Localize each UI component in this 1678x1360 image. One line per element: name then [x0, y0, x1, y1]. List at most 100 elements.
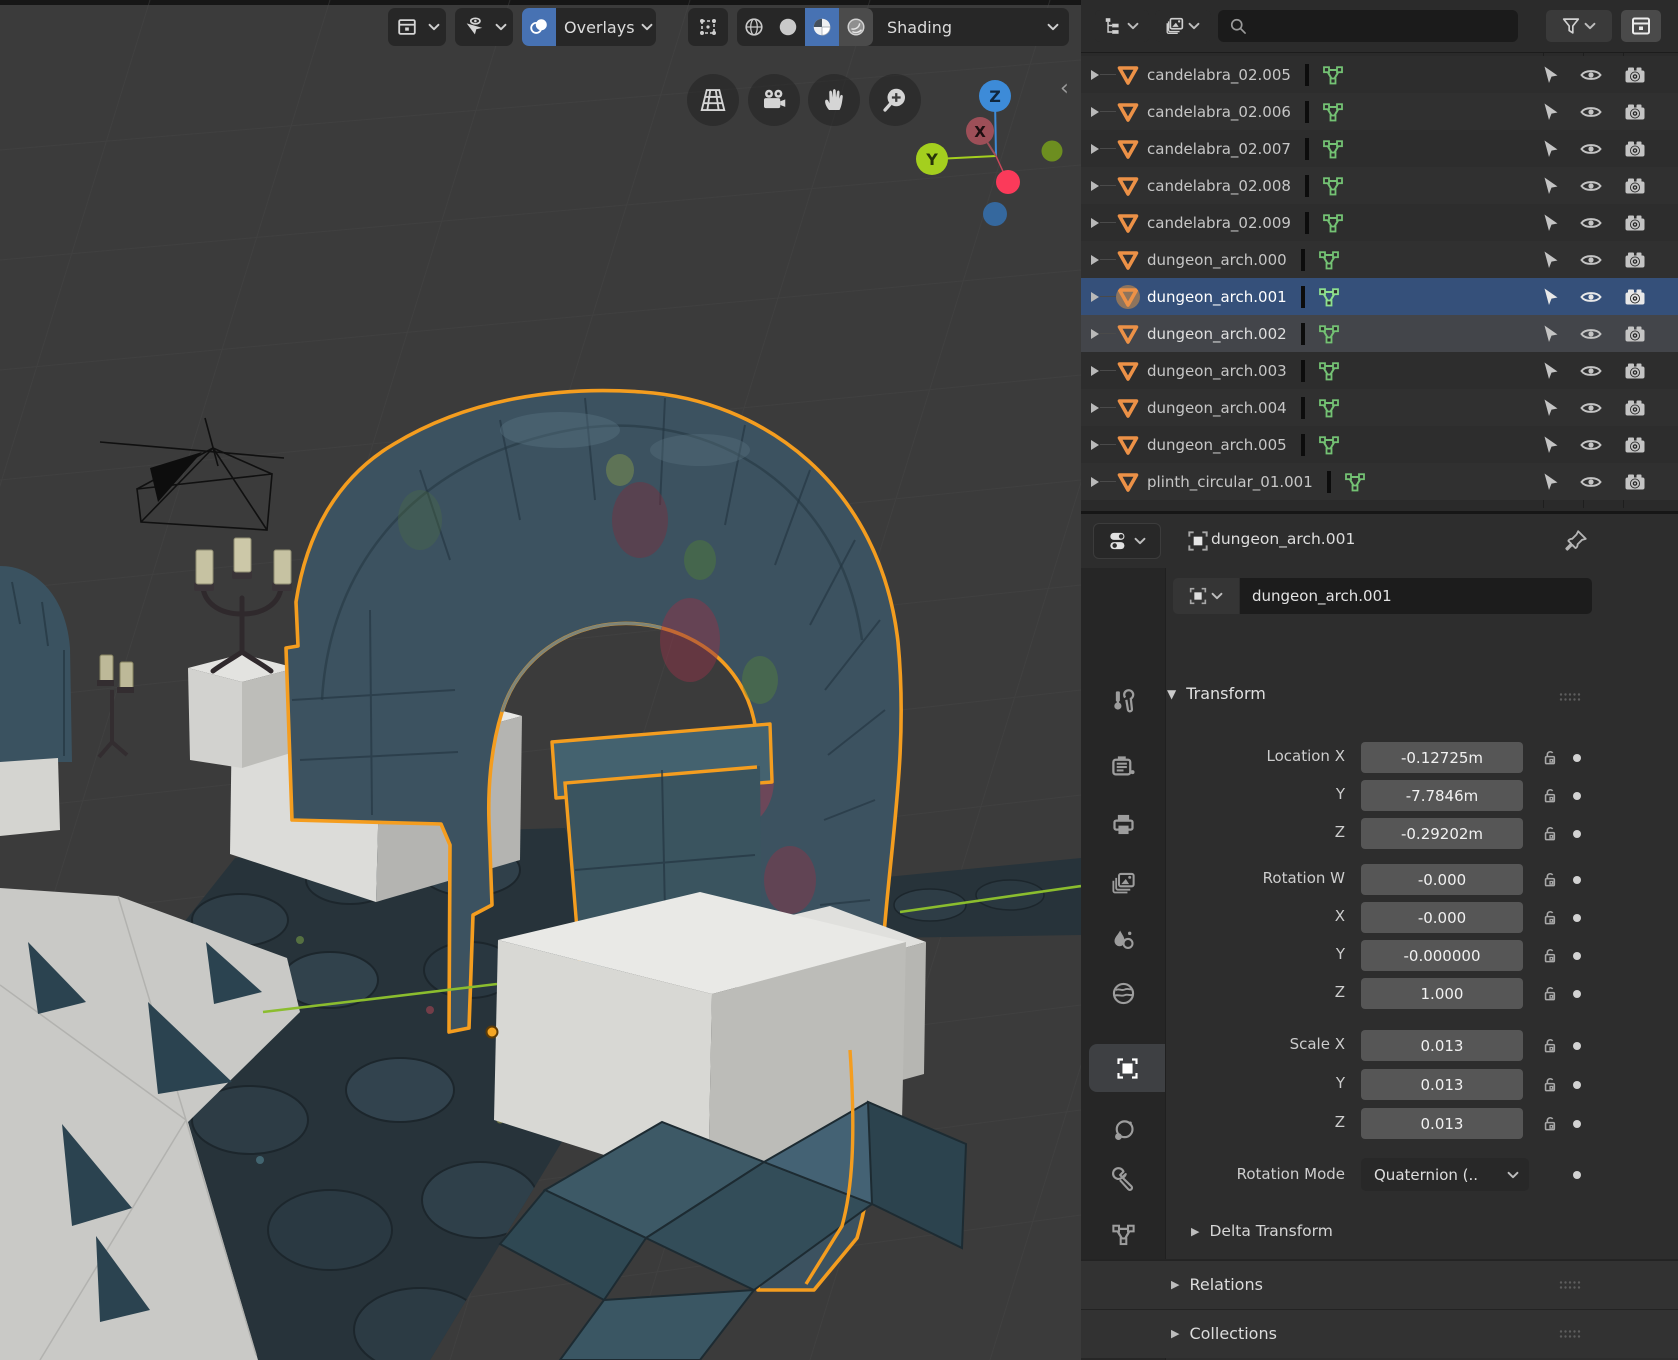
transform-panel-header[interactable]: ▼ Transform — [1167, 684, 1266, 703]
outliner-row-arch-001-active[interactable]: dungeon_arch.001 — [1081, 278, 1678, 315]
outliner-row-candelabra-009[interactable]: candelabra_02.009 — [1081, 204, 1678, 241]
visibility-toggle[interactable] — [1572, 352, 1610, 389]
selectable-toggle[interactable] — [1532, 167, 1570, 204]
gizmos-button[interactable] — [688, 8, 728, 46]
visibility-toggle[interactable] — [1572, 315, 1610, 352]
visibility-toggle[interactable] — [1572, 56, 1610, 93]
scale-z-field[interactable]: 0.013 — [1361, 1108, 1523, 1139]
region-collapse-arrow[interactable]: ‹ — [1060, 78, 1069, 100]
object-name[interactable]: candelabra_02.007 — [1147, 140, 1291, 158]
decorator-dot[interactable] — [1573, 952, 1581, 960]
object-name[interactable]: candelabra_02.009 — [1147, 214, 1291, 232]
axis-minus-y-ball[interactable] — [1042, 141, 1063, 162]
render-toggle[interactable] — [1616, 426, 1654, 463]
decorator-dot[interactable] — [1573, 754, 1581, 762]
pin-icon[interactable] — [1563, 528, 1589, 554]
axis-gizmo[interactable]: Z X Y — [880, 60, 1080, 235]
unlock-icon[interactable] — [1539, 1113, 1560, 1134]
options-box-button[interactable] — [1621, 10, 1661, 42]
panel-grip-icon[interactable] — [1559, 692, 1581, 702]
expand-arrow-icon[interactable] — [1090, 254, 1100, 266]
object-name[interactable]: candelabra_02.005 — [1147, 66, 1291, 84]
scale-x-field[interactable]: 0.013 — [1361, 1030, 1523, 1061]
outliner-row-arch-004[interactable]: dungeon_arch.004 — [1081, 389, 1678, 426]
outliner-display-dropdown[interactable] — [1095, 10, 1149, 42]
wireframe-shading-button[interactable] — [737, 8, 771, 46]
decorator-dot[interactable] — [1573, 1081, 1581, 1089]
overlays-group[interactable]: Overlays — [522, 8, 656, 46]
outliner-row-plinth[interactable]: plinth_circular_01.001 — [1081, 463, 1678, 500]
decorator-dot[interactable] — [1573, 792, 1581, 800]
render-toggle[interactable] — [1616, 389, 1654, 426]
panel-grip-icon[interactable] — [1559, 1329, 1581, 1339]
unlock-icon[interactable] — [1539, 823, 1560, 844]
collections-section[interactable]: ▶ Collections — [1081, 1309, 1678, 1358]
decorator-dot[interactable] — [1573, 830, 1581, 838]
expand-arrow-icon[interactable] — [1090, 143, 1100, 155]
visibility-toggle[interactable] — [1572, 93, 1610, 130]
material-preview-shading-button[interactable] — [805, 8, 839, 46]
outliner-row-arch-000[interactable]: dungeon_arch.000 — [1081, 241, 1678, 278]
selectable-toggle[interactable] — [1532, 130, 1570, 167]
display-mode-dropdown[interactable] — [1155, 10, 1211, 42]
unlock-icon[interactable] — [1539, 907, 1560, 928]
panel-grip-icon[interactable] — [1559, 1280, 1581, 1290]
visibility-toggle[interactable] — [1572, 204, 1610, 241]
decorator-dot[interactable] — [1573, 990, 1581, 998]
visibility-toggle[interactable] — [1572, 167, 1610, 204]
render-toggle[interactable] — [1616, 241, 1654, 278]
expand-arrow-icon[interactable] — [1090, 476, 1100, 488]
visibility-toggle[interactable] — [1572, 389, 1610, 426]
rotation-z-field[interactable]: 1.000 — [1361, 978, 1523, 1009]
unlock-icon[interactable] — [1539, 945, 1560, 966]
selectable-toggle[interactable] — [1532, 93, 1570, 130]
delta-transform-section[interactable]: ▶ Delta Transform — [1191, 1222, 1333, 1240]
relations-section[interactable]: ▶ Relations — [1081, 1260, 1678, 1309]
decorator-dot[interactable] — [1573, 914, 1581, 922]
unlock-icon[interactable] — [1539, 983, 1560, 1004]
outliner-row-candelabra-006[interactable]: candelabra_02.006 — [1081, 93, 1678, 130]
plinth-small[interactable] — [188, 654, 296, 768]
decorator-dot[interactable] — [1573, 1042, 1581, 1050]
rotation-mode-dropdown[interactable]: Quaternion (.. — [1361, 1158, 1529, 1191]
object-name[interactable]: plinth_circular_01.001 — [1147, 473, 1313, 491]
location-x-field[interactable]: -0.12725m — [1361, 742, 1523, 773]
mode-dropdown-button[interactable] — [455, 8, 513, 46]
selectable-toggle[interactable] — [1532, 389, 1570, 426]
disclosure-triangle-icon[interactable]: ▶ — [1191, 1225, 1199, 1238]
grid-button[interactable] — [687, 74, 739, 126]
selectable-toggle[interactable] — [1532, 315, 1570, 352]
selectable-toggle[interactable] — [1532, 56, 1570, 93]
render-toggle[interactable] — [1616, 167, 1654, 204]
expand-arrow-icon[interactable] — [1090, 439, 1100, 451]
axis-minus-z-ball[interactable] — [983, 202, 1007, 226]
expand-arrow-icon[interactable] — [1090, 402, 1100, 414]
outliner-search[interactable] — [1218, 10, 1518, 42]
solid-shading-button[interactable] — [771, 8, 805, 46]
object-name[interactable]: dungeon_arch.004 — [1147, 399, 1287, 417]
overlays-toggle-button[interactable] — [522, 8, 556, 46]
rotation-x-field[interactable]: -0.000 — [1361, 902, 1523, 933]
pan-hand-button[interactable] — [808, 74, 860, 126]
object-name[interactable]: candelabra_02.008 — [1147, 177, 1291, 195]
render-toggle[interactable] — [1616, 130, 1654, 167]
object-name-input[interactable]: dungeon_arch.001 — [1240, 578, 1592, 614]
object-id-dropdown[interactable] — [1173, 578, 1239, 614]
selectable-toggle[interactable] — [1532, 204, 1570, 241]
disclosure-triangle-icon[interactable]: ▼ — [1167, 687, 1176, 701]
object-name[interactable]: dungeon_arch.002 — [1147, 325, 1287, 343]
rotation-y-field[interactable]: -0.000000 — [1361, 940, 1523, 971]
expand-arrow-icon[interactable] — [1090, 180, 1100, 192]
visibility-toggle[interactable] — [1572, 278, 1610, 315]
decorator-dot[interactable] — [1573, 1120, 1581, 1128]
tab-tool[interactable] — [1081, 677, 1165, 725]
expand-arrow-icon[interactable] — [1090, 69, 1100, 81]
object-name[interactable]: candelabra_02.006 — [1147, 103, 1291, 121]
render-toggle[interactable] — [1616, 315, 1654, 352]
location-y-field[interactable]: -7.7846m — [1361, 780, 1523, 811]
outliner-row-arch-003[interactable]: dungeon_arch.003 — [1081, 352, 1678, 389]
selectable-toggle[interactable] — [1532, 352, 1570, 389]
visibility-toggle[interactable] — [1572, 463, 1610, 500]
expand-arrow-icon[interactable] — [1090, 328, 1100, 340]
render-toggle[interactable] — [1616, 352, 1654, 389]
